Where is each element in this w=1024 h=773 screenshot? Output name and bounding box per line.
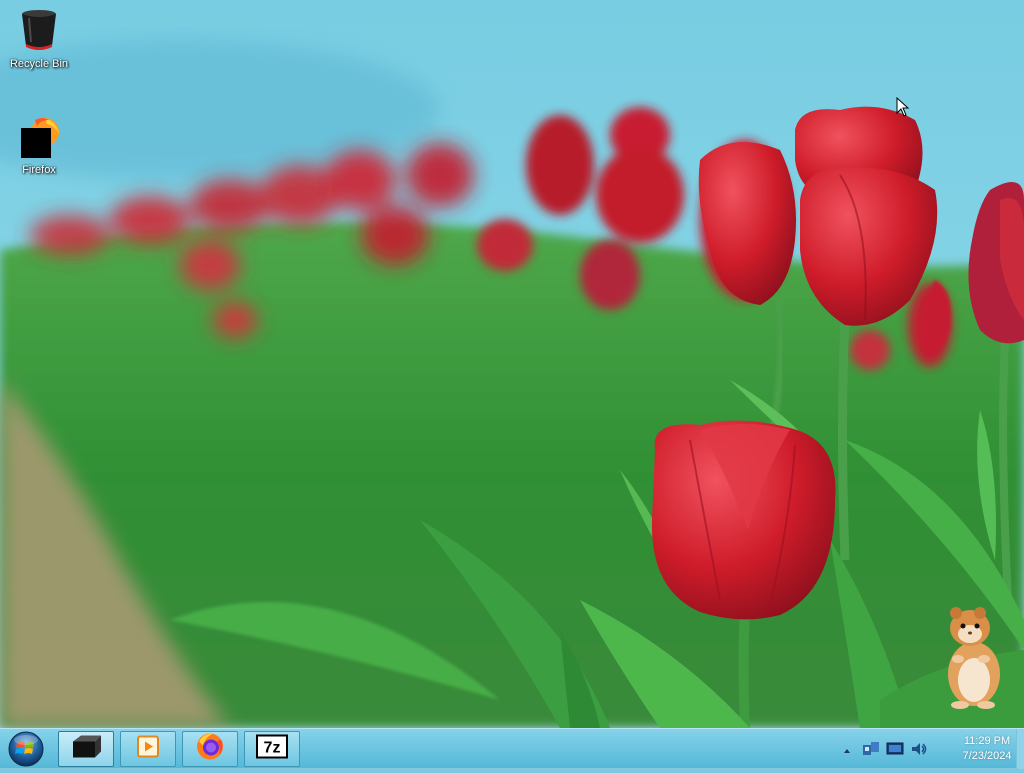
- taskbar-button-media-player[interactable]: [120, 731, 176, 767]
- hamster-desktop-pet-icon[interactable]: [938, 604, 1008, 715]
- volume-icon[interactable]: [910, 741, 928, 762]
- show-hidden-icons-chevron-icon[interactable]: [842, 743, 852, 761]
- terminal-box-icon: [69, 734, 103, 765]
- taskbar-button-terminal[interactable]: [58, 731, 114, 767]
- display-icon[interactable]: [886, 741, 904, 762]
- windows-start-orb-icon: [8, 731, 44, 767]
- mouse-pointer-icon: [896, 96, 910, 122]
- network-icon[interactable]: [862, 741, 880, 762]
- desktop-icon-firefox[interactable]: Firefox: [0, 112, 78, 176]
- clock-time: 11:29 PM: [963, 735, 1011, 747]
- start-button[interactable]: [4, 730, 48, 768]
- firefox-icon: [195, 732, 225, 767]
- recycle-bin-label: Recycle Bin: [9, 58, 69, 70]
- taskbar-button-firefox[interactable]: [182, 731, 238, 767]
- desktop-icon-recycle-bin[interactable]: Recycle Bin: [0, 6, 78, 70]
- media-player-icon: [136, 735, 160, 764]
- firefox-label: Firefox: [22, 164, 56, 176]
- taskbar-button-7zip[interactable]: 7z: [244, 731, 300, 767]
- system-tray: 11:29 PM 7/23/2024: [834, 729, 1024, 769]
- desktop-wallpaper: [0, 0, 1024, 728]
- firefox-icon: [15, 112, 63, 160]
- 7zip-icon: 7z: [256, 734, 288, 764]
- show-desktop-button[interactable]: [1016, 729, 1024, 769]
- 7zip-icon-label: 7z: [264, 740, 281, 757]
- system-clock[interactable]: 11:29 PM 7/23/2024: [952, 734, 1022, 764]
- clock-date: 7/23/2024: [962, 750, 1012, 762]
- taskbar: 7z 11:29 PM 7/23/2024: [0, 728, 1024, 769]
- recycle-bin-icon: [15, 6, 63, 54]
